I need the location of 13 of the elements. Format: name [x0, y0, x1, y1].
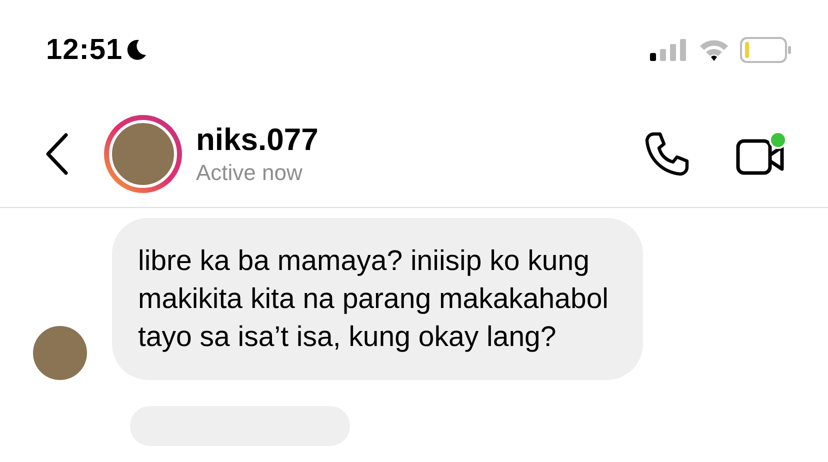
wifi-icon	[698, 38, 730, 62]
moon-icon	[124, 38, 147, 62]
avatar-photo-placeholder	[109, 120, 177, 188]
active-status: Active now	[196, 158, 304, 186]
video-call-icon[interactable]	[736, 130, 788, 176]
sender-avatar-placeholder[interactable]	[33, 326, 87, 380]
back-icon[interactable]	[44, 132, 70, 176]
phone-icon[interactable]	[644, 130, 690, 176]
message-bubble: libre ka ba mamaya? iniisip ko kung makikita kita na parang makakahabol tayo sa isa’t isa, kung okay lang?	[112, 218, 643, 380]
battery-icon	[740, 37, 792, 63]
username[interactable]: niks.077	[196, 120, 318, 158]
signal-icon	[650, 39, 688, 61]
status-time: 12:51	[46, 34, 123, 66]
